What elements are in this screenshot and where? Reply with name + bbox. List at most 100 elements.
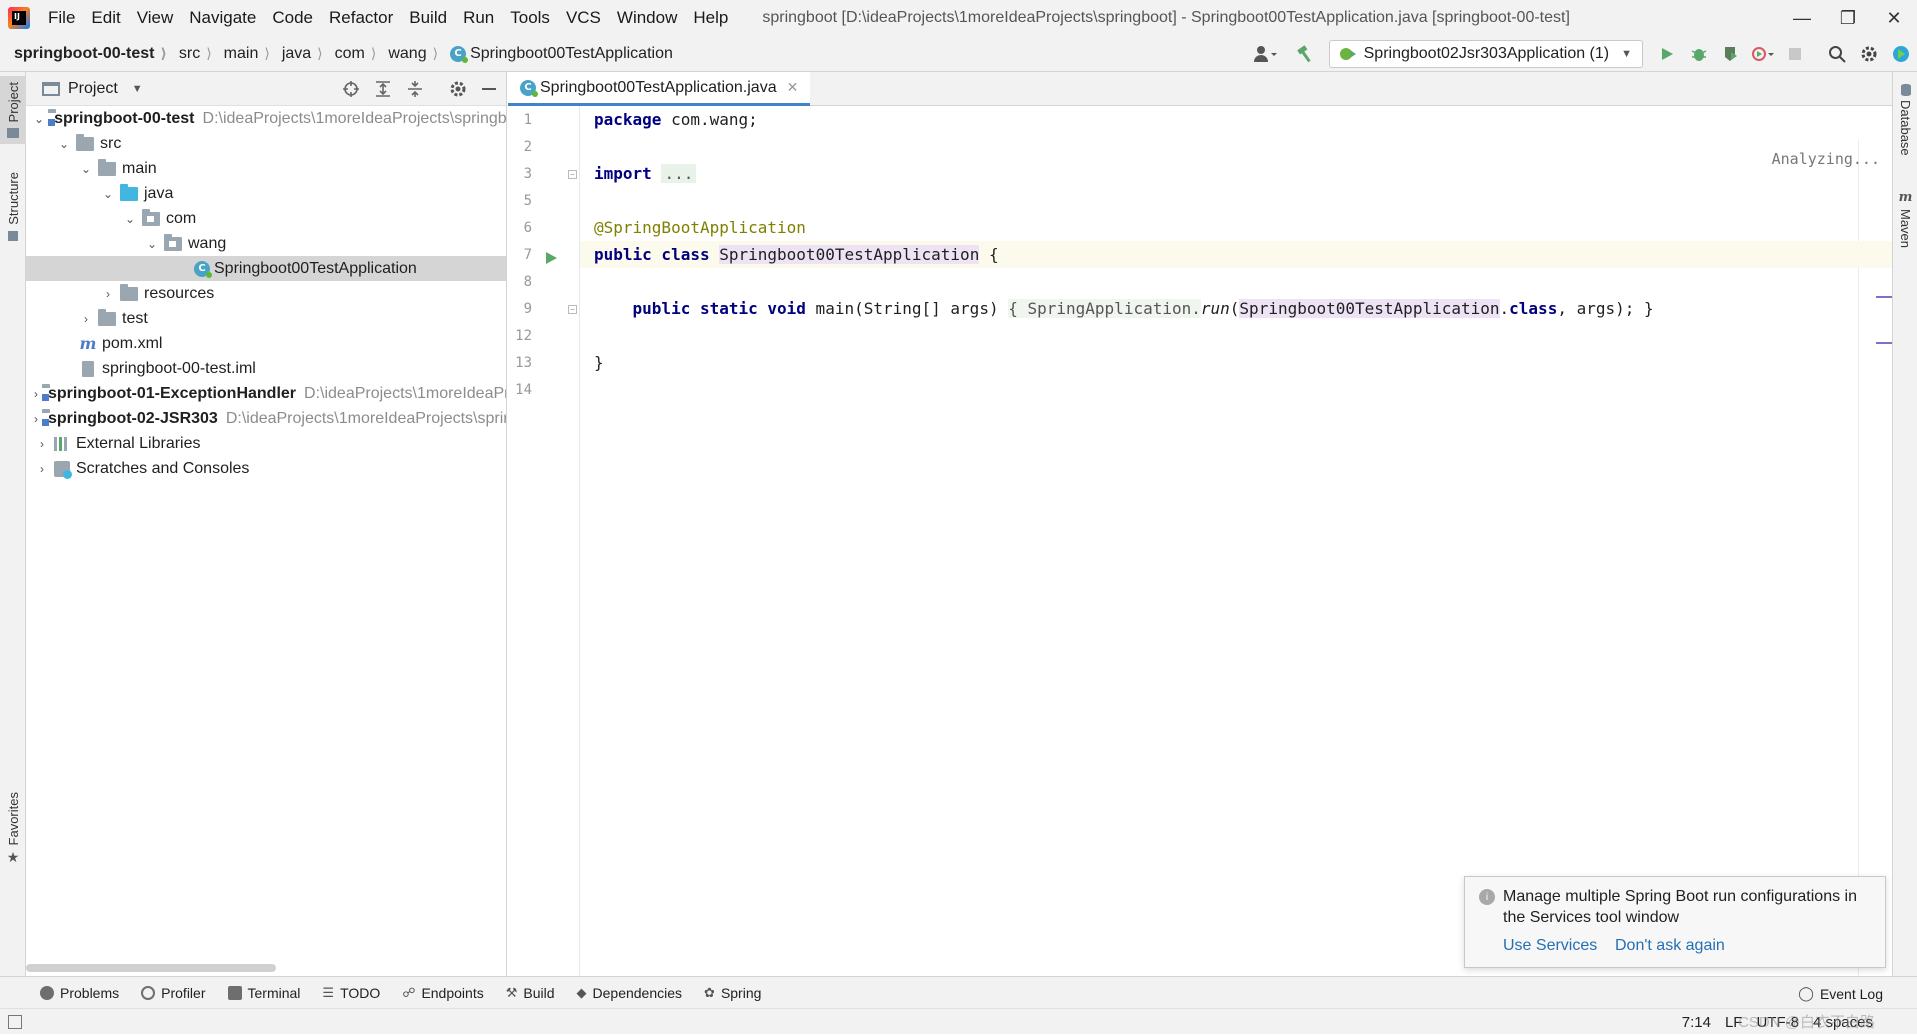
breadcrumb-module[interactable]: springboot-00-test ⟩: [0, 45, 171, 63]
line-number: 3: [523, 166, 532, 182]
tree-item-com[interactable]: ⌄ com: [26, 206, 506, 231]
tree-item-iml[interactable]: springboot-00-test.iml: [26, 356, 506, 381]
user-account-icon[interactable]: [1251, 40, 1279, 68]
restore-icon[interactable]: ❐: [1825, 0, 1871, 36]
menu-help[interactable]: Help: [685, 0, 736, 36]
run-gutter-icon[interactable]: [544, 251, 558, 265]
menu-code[interactable]: Code: [264, 0, 321, 36]
breadcrumb-java[interactable]: java ⟩: [274, 45, 327, 63]
project-panel-title[interactable]: Project: [68, 80, 118, 98]
tool-tab-build[interactable]: ⚒ Build: [506, 985, 555, 1001]
toggle-tool-windows-icon[interactable]: [8, 1015, 22, 1029]
tool-tab-structure[interactable]: Structure: [0, 172, 26, 241]
breadcrumb-wang[interactable]: wang ⟩: [380, 45, 442, 63]
settings-gear-icon[interactable]: [1855, 40, 1883, 68]
tool-tab-terminal[interactable]: Terminal: [227, 985, 300, 1001]
tool-tab-endpoints[interactable]: ☍ Endpoints: [402, 985, 483, 1001]
tree-item-main[interactable]: ⌄ main: [26, 156, 506, 181]
chevron-down-icon[interactable]: ⌄: [56, 137, 72, 151]
tool-tab-database[interactable]: Database: [1893, 84, 1917, 156]
gear-icon[interactable]: [447, 78, 469, 100]
coverage-icon[interactable]: [1717, 40, 1745, 68]
menu-file[interactable]: File: [40, 0, 83, 36]
tool-tab-favorites[interactable]: Favorites ★: [0, 792, 26, 866]
menu-run[interactable]: Run: [455, 0, 502, 36]
breadcrumb-src[interactable]: src ⟩: [171, 45, 216, 63]
library-icon: [54, 436, 70, 451]
line-number: 12: [515, 328, 532, 344]
tool-tab-dependencies[interactable]: ◆ Dependencies: [577, 985, 683, 1001]
hide-panel-icon[interactable]: [478, 78, 500, 100]
tree-item-main-class[interactable]: C Springboot00TestApplication: [26, 256, 506, 281]
chevron-right-icon[interactable]: ›: [34, 437, 50, 451]
menu-tools[interactable]: Tools: [502, 0, 558, 36]
tree-item-module-01[interactable]: › springboot-01-ExceptionHandler D:\idea…: [26, 381, 506, 406]
tool-tab-problems[interactable]: Problems: [40, 985, 119, 1001]
fold-marker-icon[interactable]: −: [568, 170, 577, 179]
breadcrumb-class[interactable]: C Springboot00TestApplication: [442, 45, 677, 63]
tree-item-external-libraries[interactable]: › External Libraries: [26, 431, 506, 456]
run-icon[interactable]: [1653, 40, 1681, 68]
plugin-update-icon[interactable]: [1887, 40, 1915, 68]
horizontal-scrollbar[interactable]: [26, 964, 276, 972]
source-root-folder-icon: [120, 183, 138, 201]
chevron-down-icon[interactable]: ⌄: [144, 237, 160, 251]
profile-icon[interactable]: [1749, 40, 1777, 68]
tool-tab-maven[interactable]: m Maven: [1893, 190, 1917, 248]
tool-tab-spring[interactable]: ✿ Spring: [704, 985, 761, 1001]
tool-tab-project[interactable]: Project: [0, 76, 26, 145]
tree-item-scratches[interactable]: › Scratches and Consoles: [26, 456, 506, 481]
debug-icon[interactable]: [1685, 40, 1713, 68]
menu-window[interactable]: Window: [609, 0, 685, 36]
chevron-right-icon[interactable]: ›: [34, 387, 38, 401]
tree-item-src[interactable]: ⌄ src: [26, 131, 506, 156]
chevron-right-icon[interactable]: ›: [100, 287, 116, 301]
tree-item-test[interactable]: › test: [26, 306, 506, 331]
project-panel: Project ▼ ⌄ springboot-00-test D:\ideaPr…: [26, 72, 507, 976]
chevron-down-icon[interactable]: ⌄: [122, 212, 138, 226]
build-hammer-icon[interactable]: [1291, 40, 1319, 68]
editor-tab-active[interactable]: C Springboot00TestApplication.java ✕: [508, 72, 811, 106]
close-tab-icon[interactable]: ✕: [787, 79, 799, 96]
chevron-down-icon[interactable]: ⌄: [34, 112, 44, 126]
locate-target-icon[interactable]: [340, 78, 362, 100]
expand-all-icon[interactable]: [372, 78, 394, 100]
tree-item-module-02[interactable]: › springboot-02-JSR303 D:\ideaProjects\1…: [26, 406, 506, 431]
breadcrumb-com[interactable]: com ⟩: [327, 45, 381, 63]
menu-navigate[interactable]: Navigate: [181, 0, 264, 36]
run-configuration-select[interactable]: Springboot02Jsr303Application (1) ▼: [1328, 40, 1643, 68]
menu-refactor[interactable]: Refactor: [321, 0, 401, 36]
tool-tab-profiler[interactable]: Profiler: [141, 985, 206, 1001]
search-icon[interactable]: [1823, 40, 1851, 68]
tool-tab-todo[interactable]: ☰ TODO: [322, 985, 380, 1001]
tree-item-pom[interactable]: m pom.xml: [26, 331, 506, 356]
collapse-all-icon[interactable]: [404, 78, 426, 100]
error-stripe-mark[interactable]: [1876, 296, 1892, 298]
menu-vcs[interactable]: VCS: [558, 0, 609, 36]
code-editor[interactable]: package com.wang; import ... @SpringBoot…: [580, 106, 1892, 1010]
minimize-icon[interactable]: —: [1779, 0, 1825, 36]
chevron-right-icon[interactable]: ›: [78, 312, 94, 326]
use-services-link[interactable]: Use Services: [1503, 937, 1597, 955]
chevron-down-icon[interactable]: ⌄: [100, 187, 116, 201]
caret-position[interactable]: 7:14: [1682, 1014, 1711, 1031]
fold-marker-icon[interactable]: −: [568, 305, 577, 314]
menu-edit[interactable]: Edit: [83, 0, 128, 36]
chevron-down-icon[interactable]: ▼: [132, 83, 143, 95]
breadcrumb-main[interactable]: main ⟩: [216, 45, 274, 63]
tree-item-module-00[interactable]: ⌄ springboot-00-test D:\ideaProjects\1mo…: [26, 106, 506, 131]
folded-imports[interactable]: ...: [661, 164, 697, 183]
menu-build[interactable]: Build: [401, 0, 455, 36]
error-stripe-mark[interactable]: [1876, 342, 1892, 344]
tree-item-java[interactable]: ⌄ java: [26, 181, 506, 206]
close-window-icon[interactable]: ✕: [1871, 0, 1917, 36]
tool-tab-event-log[interactable]: ◯ Event Log: [1798, 985, 1883, 1002]
stop-icon[interactable]: [1781, 40, 1809, 68]
chevron-right-icon[interactable]: ›: [34, 412, 38, 426]
chevron-down-icon[interactable]: ⌄: [78, 162, 94, 176]
tree-item-wang[interactable]: ⌄ wang: [26, 231, 506, 256]
chevron-right-icon[interactable]: ›: [34, 462, 50, 476]
dont-ask-again-link[interactable]: Don't ask again: [1615, 937, 1725, 955]
menu-view[interactable]: View: [129, 0, 182, 36]
tree-item-resources[interactable]: › resources: [26, 281, 506, 306]
